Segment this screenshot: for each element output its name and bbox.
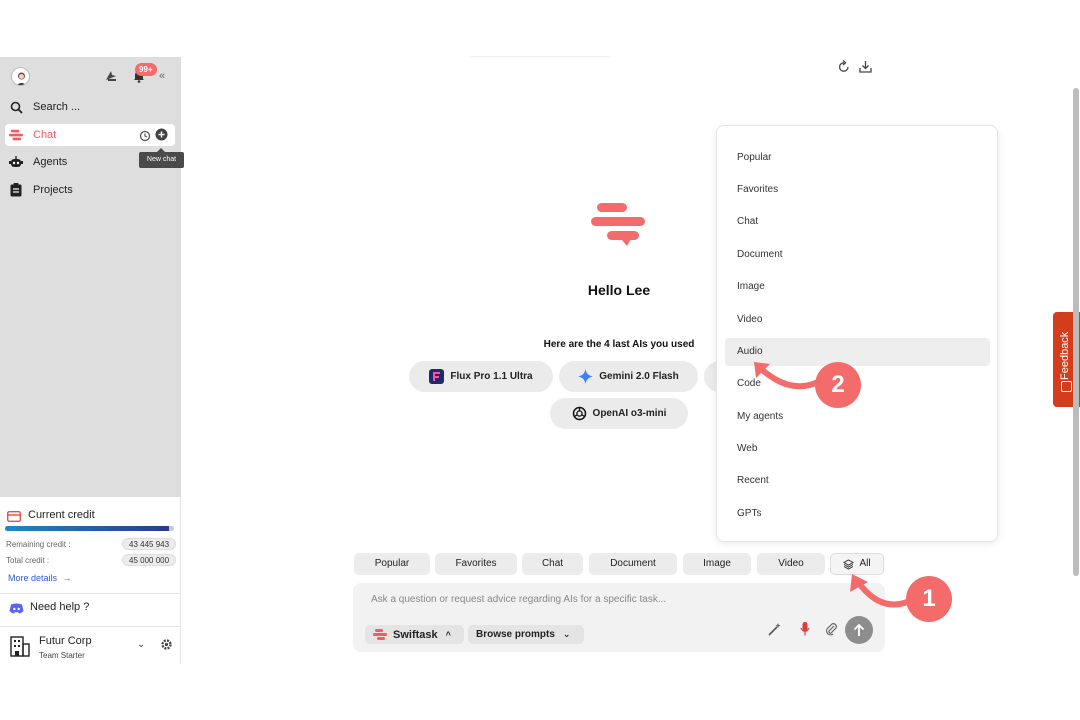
model-selector[interactable]: Swiftask ^ — [365, 625, 464, 644]
need-help-link[interactable]: Need help ? — [30, 601, 89, 613]
user-avatar[interactable] — [11, 67, 30, 86]
browse-prompts-button[interactable]: Browse prompts ⌄ — [468, 625, 584, 644]
step-2-marker: 2 — [815, 362, 861, 408]
chevron-up-icon: ^ — [445, 629, 451, 640]
divider — [0, 626, 181, 627]
browse-prompts-label: Browse prompts — [476, 629, 555, 640]
discord-icon — [9, 601, 24, 619]
more-details-link[interactable]: More details → — [8, 573, 72, 583]
more-details-label: More details — [8, 573, 58, 583]
history-icon[interactable] — [139, 129, 151, 147]
send-button[interactable] — [845, 616, 873, 644]
refresh-icon[interactable] — [838, 60, 850, 78]
chevron-down-icon[interactable]: ⌄ — [137, 639, 145, 650]
feedback-icon — [1061, 381, 1072, 392]
remaining-credit-label: Remaining credit : — [6, 540, 71, 549]
category-favorites[interactable]: Favorites — [435, 553, 517, 575]
theme-toggle-icon[interactable] — [104, 69, 118, 83]
dropdown-item-popular[interactable]: Popular — [725, 144, 990, 172]
dropdown-item-favorites[interactable]: Favorites — [725, 176, 990, 204]
flux-logo-icon — [429, 369, 445, 384]
total-credit-label: Total credit : — [6, 556, 50, 565]
sidebar-item-label: Chat — [33, 129, 57, 141]
notification-badge: 99+ — [135, 63, 157, 76]
chevron-down-icon: ⌄ — [562, 629, 571, 639]
openai-logo-icon — [572, 406, 587, 421]
top-divider — [470, 56, 610, 57]
microphone-icon[interactable] — [800, 622, 810, 641]
download-icon[interactable] — [859, 60, 872, 78]
feedback-label: Feedback — [1059, 331, 1071, 380]
org-name: Futur Corp — [39, 635, 92, 647]
arrow-right-icon: → — [62, 573, 72, 583]
collapse-sidebar-icon[interactable]: « — [159, 70, 165, 82]
recent-ai-flux[interactable]: Flux Pro 1.1 Ultra — [409, 361, 553, 392]
category-document[interactable]: Document — [589, 553, 677, 575]
recent-ai-label: Flux Pro 1.1 Ultra — [450, 371, 533, 382]
recent-ai-openai[interactable]: OpenAI o3-mini — [550, 398, 688, 429]
recent-ai-label: OpenAI o3-mini — [592, 408, 667, 419]
credit-card-icon — [6, 509, 22, 527]
chat-input[interactable]: Ask a question or request advice regardi… — [371, 594, 666, 605]
new-chat-icon[interactable] — [155, 128, 168, 146]
step-1-marker: 1 — [906, 576, 952, 622]
credit-progress-bar — [5, 526, 174, 531]
current-credit-title: Current credit — [28, 509, 95, 521]
swiftask-logo-icon — [373, 629, 387, 640]
dropdown-item-image[interactable]: Image — [725, 273, 990, 301]
sidebar-item-label: Agents — [33, 156, 68, 168]
remaining-credit-value: 43 445 943 — [122, 538, 177, 550]
sidebar-item-projects[interactable]: Projects — [5, 179, 175, 201]
magic-wand-icon[interactable] — [767, 622, 782, 642]
category-chat[interactable]: Chat — [522, 553, 583, 575]
org-plan: Team Starter — [39, 651, 85, 660]
greeting-heading: Hello Lee — [587, 282, 651, 298]
total-credit-value: 45 000 000 — [122, 554, 177, 566]
dropdown-item-video[interactable]: Video — [725, 306, 990, 334]
dropdown-item-document[interactable]: Document — [725, 241, 990, 269]
scrollbar[interactable] — [1073, 88, 1079, 576]
attachment-icon[interactable] — [824, 622, 838, 641]
arrow-up-icon — [853, 623, 865, 636]
recent-ais-label: Here are the 4 last AIs you used — [543, 339, 695, 350]
search-icon — [9, 101, 23, 114]
model-selector-label: Swiftask — [393, 628, 438, 641]
sidebar-item-agents[interactable]: Agents — [5, 151, 175, 173]
search-button[interactable]: Search ... — [5, 96, 175, 118]
credit-progress-fill — [5, 526, 169, 531]
divider — [0, 593, 181, 594]
swiftask-logo — [591, 203, 645, 252]
settings-gear-icon[interactable] — [160, 638, 173, 656]
category-popular[interactable]: Popular — [354, 553, 430, 575]
swiftask-logo-icon — [9, 129, 23, 141]
recent-ai-gemini[interactable]: Gemini 2.0 Flash — [559, 361, 698, 392]
dropdown-item-chat[interactable]: Chat — [725, 208, 990, 236]
recent-ai-label: Gemini 2.0 Flash — [599, 371, 679, 382]
gemini-logo-icon — [578, 369, 594, 384]
search-label: Search ... — [33, 101, 81, 113]
sidebar-item-label: Projects — [33, 184, 73, 196]
robot-icon — [9, 155, 23, 169]
building-icon — [9, 635, 31, 662]
clipboard-icon — [9, 183, 23, 197]
